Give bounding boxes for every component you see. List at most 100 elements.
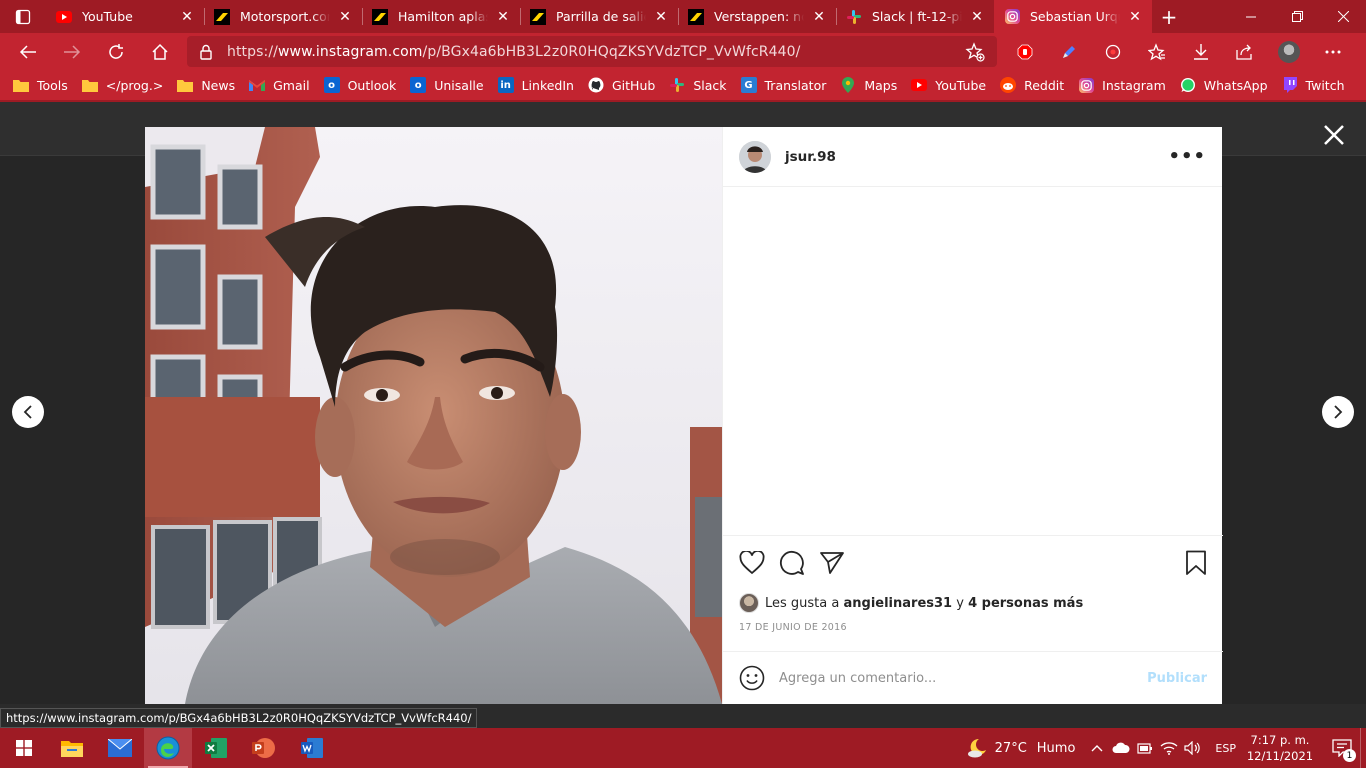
restore-button[interactable] (1274, 0, 1320, 33)
forward-button[interactable] (50, 33, 94, 70)
share-post-button[interactable] (819, 543, 859, 583)
publish-button[interactable]: Publicar (1147, 671, 1207, 686)
taskbar-powerpoint[interactable] (240, 728, 288, 768)
tab-close-button[interactable]: ✕ (1126, 8, 1144, 26)
post-date[interactable]: 17 DE JUNIO DE 2016 (739, 622, 1207, 633)
share-button[interactable] (1223, 33, 1267, 70)
volume-tray-button[interactable] (1181, 728, 1205, 768)
bookmark-youtube[interactable]: YouTube (911, 77, 986, 93)
slack-icon (669, 77, 685, 93)
bookmark-reddit[interactable]: Reddit (1000, 77, 1064, 93)
likes-prefix: Les gusta a (765, 595, 844, 611)
others-likes-link[interactable]: 4 personas más (968, 596, 1083, 611)
tab-actions-menu-button[interactable] (0, 0, 46, 33)
bookmark-label: News (201, 77, 236, 93)
bookmark-unisalle[interactable]: o Unisalle (410, 77, 484, 93)
bookmark-maps[interactable]: Maps (840, 77, 897, 93)
weather-widget[interactable]: 27°C Humo (967, 738, 1075, 758)
refresh-button[interactable] (94, 33, 138, 70)
selfie-photo (145, 127, 722, 704)
bookmark-whatsapp[interactable]: WhatsApp (1180, 77, 1268, 93)
taskbar-excel[interactable] (192, 728, 240, 768)
start-button[interactable] (0, 728, 48, 768)
favorites-button[interactable] (1135, 33, 1179, 70)
taskbar-file-explorer[interactable] (48, 728, 96, 768)
new-tab-button[interactable]: + (1152, 0, 1186, 33)
taskbar-mail[interactable] (96, 728, 144, 768)
bookmark-label: WhatsApp (1203, 77, 1268, 93)
weather-temperature: 27°C (994, 740, 1027, 756)
add-favorite-button[interactable] (965, 42, 985, 66)
record-icon (1105, 44, 1121, 59)
bookmark-slack[interactable]: Slack (669, 77, 727, 93)
tab-close-button[interactable]: ✕ (336, 8, 354, 26)
adblock-extension-button[interactable] (1003, 33, 1047, 70)
previous-post-button[interactable] (12, 396, 44, 428)
tab-youtube[interactable]: YouTube ✕ (46, 0, 204, 33)
bookmark-linkedin[interactable]: in LinkedIn (497, 77, 574, 93)
bookmark-tools[interactable]: Tools (13, 77, 68, 93)
pen-icon (1063, 45, 1075, 58)
tab-motorsport[interactable]: Motorsport.com | ✕ (204, 0, 362, 33)
tab-hamilton[interactable]: Hamilton aplasta ✕ (362, 0, 520, 33)
window-controls (1228, 0, 1366, 33)
action-center-button[interactable]: 1 (1324, 728, 1360, 768)
liker-username-link[interactable]: angielinares31 (843, 596, 952, 611)
tab-close-button[interactable]: ✕ (494, 8, 512, 26)
taskbar-word[interactable] (288, 728, 336, 768)
profile-button[interactable] (1267, 33, 1311, 70)
settings-menu-button[interactable] (1311, 33, 1355, 70)
minimize-button[interactable] (1228, 0, 1274, 33)
taskbar-edge[interactable] (144, 728, 192, 768)
downloads-button[interactable] (1179, 33, 1223, 70)
bookmark-outlook[interactable]: o Outlook (323, 77, 396, 93)
battery-tray-button[interactable] (1133, 728, 1157, 768)
wifi-icon (1160, 742, 1178, 755)
wifi-tray-button[interactable] (1157, 728, 1181, 768)
youtube-icon (56, 9, 72, 25)
bookmark-label: Slack (693, 77, 727, 93)
comment-button[interactable] (779, 543, 819, 583)
tab-close-button[interactable]: ✕ (652, 8, 670, 26)
tab-close-button[interactable]: ✕ (968, 8, 986, 26)
bookmark-gmail[interactable]: Gmail (249, 77, 310, 93)
input-language[interactable]: ESP (1215, 742, 1236, 755)
record-extension-button[interactable] (1091, 33, 1135, 70)
minimize-icon (1246, 16, 1256, 17)
home-button[interactable] (138, 33, 182, 70)
bookmark-github[interactable]: GitHub (588, 77, 655, 93)
show-desktop-button[interactable] (1360, 728, 1366, 768)
emoji-icon[interactable] (739, 665, 765, 691)
restore-icon (1291, 11, 1303, 22)
tab-close-button[interactable]: ✕ (810, 8, 828, 26)
clock[interactable]: 7:17 p. m. 12/11/2021 (1246, 732, 1314, 764)
tab-verstappen[interactable]: Verstappen: no fu ✕ (678, 0, 836, 33)
author-avatar[interactable] (739, 140, 771, 173)
like-button[interactable] (739, 543, 779, 583)
bookmark-translator[interactable]: G Translator (740, 77, 826, 93)
bookmark-twitch[interactable]: Twitch (1282, 77, 1345, 93)
bookmark-prog[interactable]: </prog.> (81, 77, 163, 93)
show-hidden-icons-button[interactable] (1085, 728, 1109, 768)
bookmark-news[interactable]: News (177, 77, 235, 93)
heart-icon (739, 551, 765, 575)
tab-slack[interactable]: Slack | ft-12-pi-to ✕ (836, 0, 994, 33)
close-modal-button[interactable] (1322, 123, 1348, 149)
address-bar[interactable]: https://www.instagram.com/p/BGx4a6bHB3L2… (187, 36, 997, 67)
tab-instagram-active[interactable]: Sebastian Urquijo ✕ (994, 0, 1152, 33)
close-window-button[interactable] (1320, 0, 1366, 33)
back-button[interactable] (6, 33, 50, 70)
author-username[interactable]: jsur.98 (785, 149, 836, 165)
youtube-icon (911, 77, 928, 93)
tab-parrilla[interactable]: Parrilla de salida g ✕ (520, 0, 678, 33)
post-photo[interactable] (145, 127, 722, 704)
lock-icon (200, 44, 212, 60)
next-post-button[interactable] (1322, 396, 1354, 428)
pen-extension-button[interactable] (1047, 33, 1091, 70)
tab-close-button[interactable]: ✕ (178, 8, 196, 26)
post-options-button[interactable]: ••• (1168, 146, 1206, 167)
onedrive-tray-button[interactable] (1109, 728, 1133, 768)
save-post-button[interactable] (1167, 543, 1207, 583)
comment-input[interactable] (779, 670, 1148, 686)
bookmark-instagram[interactable]: Instagram (1078, 77, 1166, 93)
